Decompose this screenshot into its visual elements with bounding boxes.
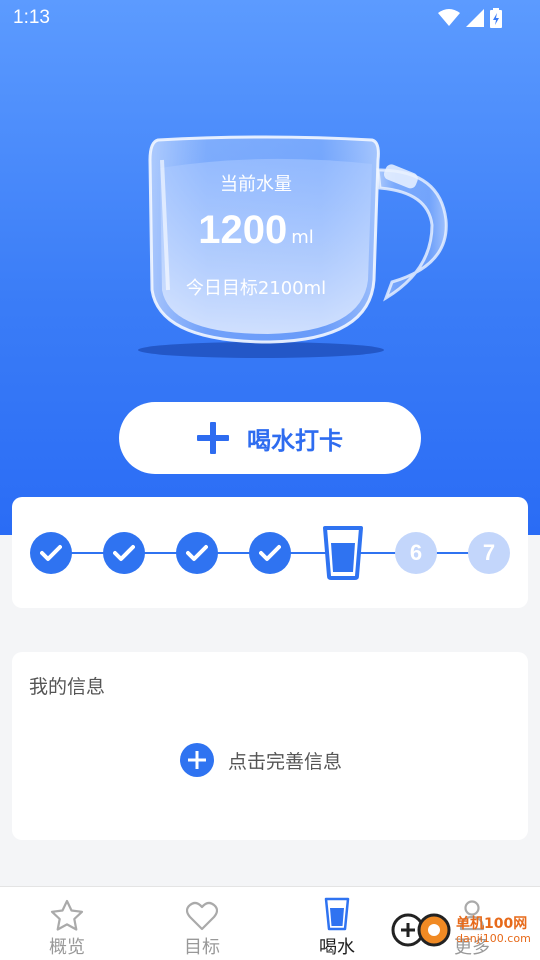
- checkin-label: 喝水打卡: [247, 427, 343, 455]
- tab-overview[interactable]: 概览: [17, 897, 117, 959]
- step-2-done: [103, 532, 145, 574]
- step-7-todo: 7: [468, 532, 510, 574]
- my-info-title: 我的信息: [29, 676, 106, 698]
- current-amount: 1200 ml: [150, 208, 362, 253]
- step-4-done: [249, 532, 291, 574]
- step-6-todo: 6: [395, 532, 437, 574]
- complete-info-label: 点击完善信息: [228, 750, 343, 773]
- tab-drink[interactable]: 喝水: [287, 897, 387, 959]
- heart-icon: [186, 901, 218, 931]
- add-circle-icon: [180, 743, 214, 777]
- wifi-icon: [438, 9, 460, 26]
- logo-icon: [391, 913, 451, 947]
- status-bar: 1:13: [0, 0, 540, 38]
- star-icon: [50, 899, 84, 931]
- status-icons: [438, 8, 502, 28]
- tab-overview-label: 概览: [49, 937, 85, 958]
- check-icon: [40, 545, 62, 561]
- watermark-subtext: danji100.com: [456, 931, 531, 945]
- water-cup: 当前水量 1200 ml 今日目标2100ml: [0, 130, 540, 360]
- plus-icon: [197, 422, 229, 454]
- step-3-done: [176, 532, 218, 574]
- water-glass-icon: [323, 526, 363, 580]
- status-time: 1:13: [13, 7, 50, 28]
- drink-checkin-button[interactable]: 喝水打卡: [119, 402, 421, 474]
- watermark-logo: 单机100网 danji100.com: [390, 910, 531, 950]
- signal-icon: [466, 9, 484, 27]
- tab-goal[interactable]: 目标: [152, 897, 252, 959]
- daily-goal-text: 今日目标2100ml: [185, 278, 327, 299]
- current-amount-label: 当前水量: [220, 174, 292, 195]
- checkin-progress: 6 7: [12, 497, 528, 608]
- step-5-current: [321, 525, 365, 581]
- tab-goal-label: 目标: [184, 937, 220, 958]
- step-1-done: [30, 532, 72, 574]
- check-icon: [186, 545, 208, 561]
- battery-icon: [490, 8, 502, 28]
- check-icon: [259, 545, 281, 561]
- my-info-card: 我的信息 点击完善信息: [12, 652, 528, 840]
- tab-drink-label: 喝水: [319, 937, 355, 958]
- current-amount-unit: ml: [291, 227, 314, 248]
- complete-info-button[interactable]: 点击完善信息: [180, 743, 342, 777]
- watermark-text: 单机100网: [456, 915, 528, 932]
- check-icon: [113, 545, 135, 561]
- current-amount-value: 1200: [198, 208, 288, 252]
- water-glass-icon: [324, 897, 350, 931]
